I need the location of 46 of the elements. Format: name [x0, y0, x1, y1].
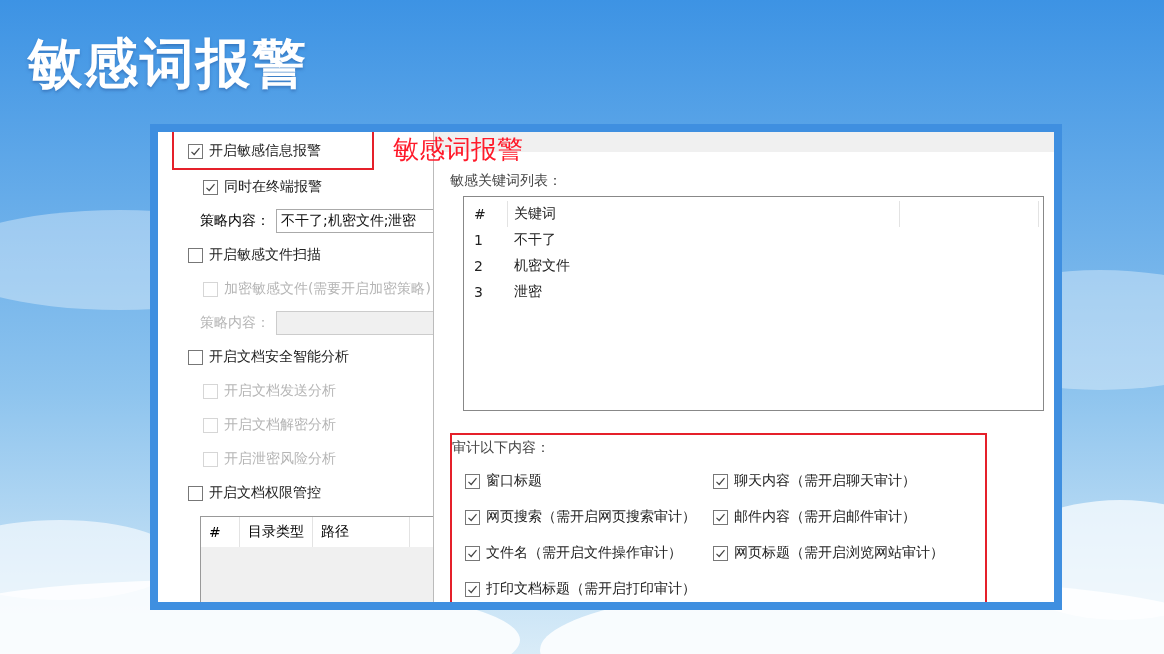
checkbox[interactable]	[188, 247, 203, 263]
column-header[interactable]: #	[201, 517, 240, 547]
checkbox-label: 开启文档解密分析	[224, 416, 336, 434]
checkbox-label: 网页标题（需开启浏览网站审计）	[734, 544, 944, 562]
checkbox-label: 开启敏感文件扫描	[209, 246, 321, 264]
checkbox[interactable]	[188, 143, 203, 159]
checkbox[interactable]	[465, 581, 480, 597]
annotation-label: 敏感词报警	[393, 133, 523, 166]
column-header[interactable]: 路径	[313, 517, 410, 547]
checkbox-label: 打印文档标题（需开启打印审计）	[486, 580, 696, 598]
section-label: 审计以下内容：	[452, 439, 550, 457]
column-header[interactable]: 目录类型	[240, 517, 313, 547]
table-cell-text: 2	[473, 258, 484, 274]
checkbox-label: 开启文档发送分析	[224, 382, 336, 400]
checkbox-label: 开启文档权限管控	[209, 484, 321, 502]
checkbox-label: 加密敏感文件(需要开启加密策略)	[224, 280, 431, 298]
table-cell-text: 不干了	[513, 231, 557, 249]
checkbox-label: 邮件内容（需开启邮件审计）	[734, 508, 916, 526]
text-field[interactable]: 不干了;机密文件;泄密	[276, 209, 433, 233]
column-header[interactable]: #	[468, 201, 508, 227]
slide-title: 敏感词报警	[28, 31, 308, 97]
checkbox[interactable]	[465, 473, 480, 489]
checkbox-label: 聊天内容（需开启聊天审计）	[734, 472, 916, 490]
checkbox-label: 同时在终端报警	[224, 178, 322, 196]
checkbox-label: 开启敏感信息报警	[209, 142, 321, 160]
checkbox-label: 开启泄密风险分析	[224, 450, 336, 468]
checkbox[interactable]	[713, 509, 728, 525]
checkbox[interactable]	[713, 545, 728, 561]
field-label: 策略内容：	[200, 314, 270, 332]
field-label: 策略内容：	[200, 212, 270, 230]
column-header[interactable]: 关键词	[507, 201, 901, 227]
checkbox[interactable]	[188, 485, 203, 501]
checkbox[interactable]	[188, 349, 203, 365]
table-cell-text: 机密文件	[513, 257, 571, 275]
checkbox-label: 文件名（需开启文件操作审计）	[486, 544, 682, 562]
checkbox-label: 窗口标题	[486, 472, 542, 490]
checkbox-label: 开启文档安全智能分析	[209, 348, 349, 366]
table-cell-text: 3	[473, 284, 484, 300]
checkbox[interactable]	[203, 179, 218, 195]
table-cell-text: 1	[473, 232, 484, 248]
checkbox[interactable]	[713, 473, 728, 489]
table-cell-text: 泄密	[513, 283, 543, 301]
checkbox[interactable]	[465, 509, 480, 525]
checkbox[interactable]	[465, 545, 480, 561]
list-label: 敏感关键词列表：	[450, 172, 562, 190]
checkbox-label: 网页搜索（需开启网页搜索审计）	[486, 508, 696, 526]
